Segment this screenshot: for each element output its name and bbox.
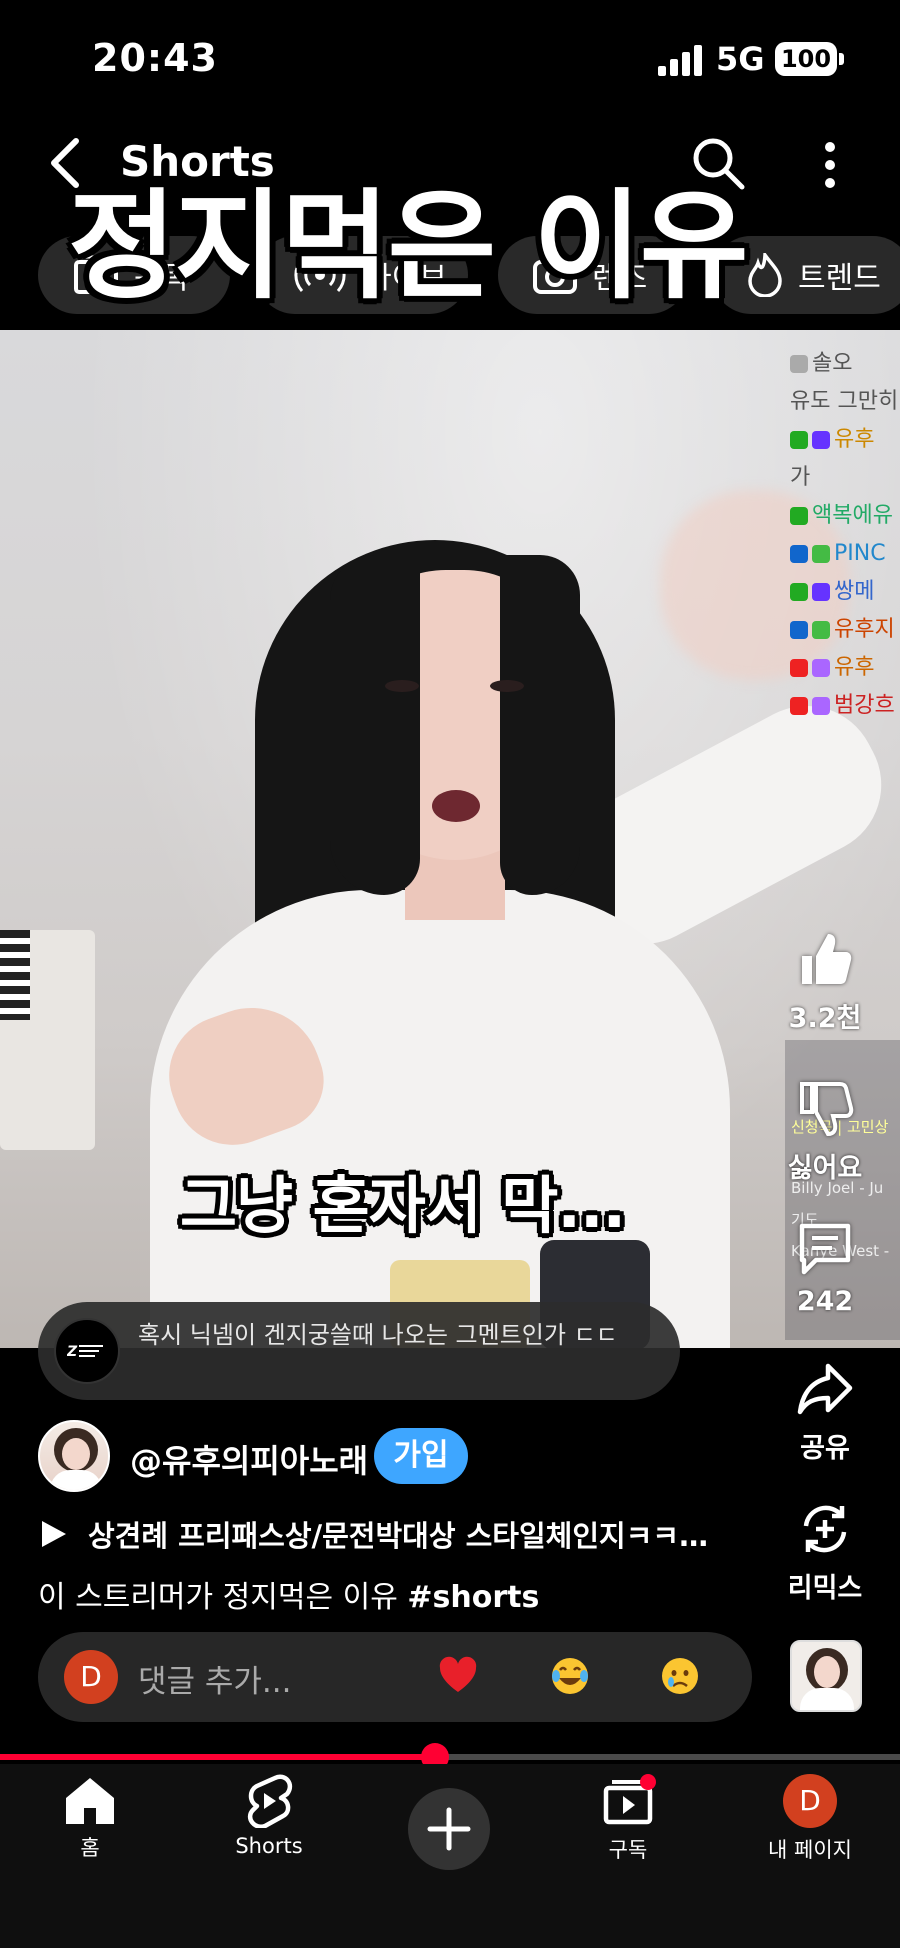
video-frame — [490, 680, 524, 692]
chip-label: 트렌드 — [798, 261, 881, 296]
nav-subscriptions[interactable]: 구독 — [548, 1774, 708, 1864]
video-frame — [385, 680, 419, 692]
chat-line: 솔오 — [790, 345, 900, 383]
hashtag-link[interactable]: #shorts — [407, 1580, 539, 1615]
thumbs-down-icon — [800, 1082, 854, 1137]
chat-text: PINC — [834, 541, 886, 566]
video-title-text: 이 스트리머가 정지먹은 이유 — [38, 1580, 408, 1615]
comment-input-bar[interactable]: D 댓글 추가... — [38, 1632, 752, 1722]
comment-preview-text: 혹시 닉넴이 겐지궁쓸때 나오는 그멘트인가 ㄷㄷ — [138, 1321, 618, 1349]
nav-shorts-label: Shorts — [235, 1834, 303, 1858]
crying-emoji-icon — [662, 1658, 698, 1694]
like-button[interactable]: 3.2천 — [760, 930, 890, 1035]
channel-name[interactable]: @유후의피아노래 — [130, 1436, 368, 1482]
heart-emoji-icon — [439, 1656, 477, 1692]
svg-text:Z: Z — [67, 1344, 78, 1360]
chat-line: 유후 — [790, 421, 900, 459]
signal-icon — [658, 44, 704, 76]
create-button[interactable] — [408, 1788, 490, 1870]
nav-you[interactable]: D 내 페이지 — [730, 1774, 890, 1864]
subscribe-button[interactable]: 가입 — [374, 1428, 468, 1484]
home-icon — [66, 1778, 114, 1824]
comment-preview[interactable]: Z 혹시 닉넴이 겐지궁쓸때 나오는 그멘트인가 ㄷㄷ — [38, 1302, 680, 1400]
commenter-avatar: Z — [54, 1318, 120, 1384]
share-button[interactable]: 공유 — [760, 1360, 890, 1465]
chat-line: 범강흐 — [790, 687, 900, 725]
chat-text: 유후 — [834, 427, 875, 452]
more-options-button[interactable] — [810, 137, 850, 193]
like-count: 3.2천 — [788, 1003, 862, 1034]
trending-icon — [748, 253, 782, 297]
crying-emoji-button[interactable] — [658, 1654, 702, 1698]
video-frame — [500, 555, 580, 895]
progress-fill — [0, 1754, 435, 1760]
user-avatar: D — [64, 1650, 118, 1704]
stream-chat-overlay: 솔오 유도 그만히 유후 가 액복에유 PINC 쌍메 유후지 유후 범강흐 — [790, 345, 900, 725]
video-caption: 그냥 혼자서 막... — [180, 1169, 626, 1242]
chat-line: PINC — [790, 535, 900, 573]
thumbs-up-icon — [802, 934, 852, 984]
tears-of-joy-emoji-icon — [552, 1658, 588, 1694]
video-progress-bar[interactable] — [0, 1743, 900, 1771]
share-icon — [797, 1363, 853, 1415]
chat-text: 범강흐 — [834, 693, 895, 718]
nav-subscriptions-label: 구독 — [608, 1838, 648, 1862]
battery-icon: 100 — [775, 42, 837, 76]
playlist-link[interactable]: 상견례 프리패스상/문전박대상 스타일체인지ㅋㅋ… — [40, 1512, 740, 1556]
heart-emoji-button[interactable] — [436, 1654, 480, 1698]
share-label: 공유 — [800, 1433, 850, 1464]
comment-input-placeholder[interactable]: 댓글 추가... — [138, 1656, 292, 1701]
network-label: 5G — [716, 40, 765, 78]
chat-line: 유도 그만히 — [790, 383, 900, 421]
video-frame — [0, 930, 30, 1020]
dislike-button[interactable]: 싫어요 — [760, 1080, 890, 1185]
sound-thumbnail-button[interactable] — [790, 1640, 862, 1712]
laughing-emoji-button[interactable] — [548, 1654, 592, 1698]
nav-shorts[interactable]: Shorts — [189, 1774, 349, 1858]
video-overlay-title: 정지먹은 이유 — [68, 177, 748, 315]
chat-text: 가 — [790, 465, 811, 490]
bottom-navigation: 홈 Shorts 구독 D 내 페이지 — [0, 1764, 900, 1948]
channel-avatar[interactable] — [38, 1420, 110, 1492]
video-frame — [432, 790, 480, 822]
comment-icon — [799, 1223, 851, 1275]
play-icon — [42, 1521, 66, 1547]
chat-line: 유후 — [790, 649, 900, 687]
chat-text: 유후지 — [834, 617, 895, 642]
video-title[interactable]: 이 스트리머가 정지먹은 이유 #shorts — [38, 1572, 539, 1616]
comment-count: 242 — [796, 1286, 854, 1317]
plus-icon — [427, 1807, 471, 1851]
video-frame — [330, 555, 420, 895]
subscriptions-icon — [603, 1774, 656, 1825]
remix-icon — [803, 1505, 847, 1553]
remix-label: 리믹스 — [787, 1573, 863, 1604]
comments-button[interactable]: 242 — [760, 1220, 890, 1317]
chat-line: 액복에유 — [790, 497, 900, 535]
chat-line: 가 — [790, 459, 900, 497]
dislike-label: 싫어요 — [787, 1153, 863, 1184]
battery-tip — [839, 53, 844, 65]
chat-text: 유후 — [834, 655, 875, 680]
playlist-title: 상견례 프리패스상/문전박대상 스타일체인지ㅋㅋ… — [88, 1519, 709, 1553]
user-avatar: D — [783, 1774, 837, 1828]
nav-home[interactable]: 홈 — [10, 1774, 170, 1862]
more-vert-icon — [825, 142, 835, 188]
nav-you-label: 내 페이지 — [768, 1838, 852, 1862]
shorts-icon — [247, 1774, 293, 1828]
chat-text: 액복에유 — [812, 503, 893, 528]
chat-text: 유도 그만히 — [790, 389, 899, 414]
daiwa-logo-icon: Z — [67, 1344, 103, 1360]
remix-button[interactable]: 리믹스 — [760, 1500, 890, 1605]
status-time: 20:43 — [92, 36, 218, 80]
nav-home-label: 홈 — [80, 1836, 100, 1860]
chat-text: 솔오 — [812, 351, 853, 376]
chat-line: 쌍메 — [790, 573, 900, 611]
short-video-player[interactable]: 솔오 유도 그만히 유후 가 액복에유 PINC 쌍메 유후지 유후 범강흐 신… — [0, 330, 900, 1348]
chat-text: 쌍메 — [834, 579, 875, 604]
chat-line: 유후지 — [790, 611, 900, 649]
status-bar: 20:43 5G 100 — [0, 0, 900, 118]
